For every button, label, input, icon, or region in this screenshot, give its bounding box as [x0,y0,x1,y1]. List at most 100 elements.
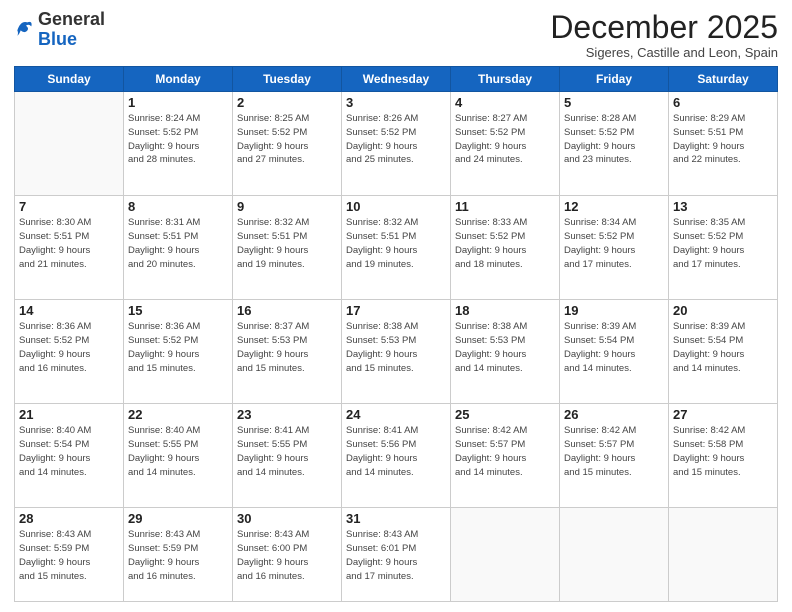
day-number: 23 [237,407,337,422]
calendar-cell: 26 Sunrise: 8:42 AMSunset: 5:57 PMDayligh… [560,404,669,508]
calendar-cell: 10Sunrise: 8:32 AMSunset: 5:51 PMDayligh… [342,196,451,300]
day-number: 29 [128,511,228,526]
day-info: Sunrise: 8:43 AMSunset: 5:59 PMDaylight:… [19,528,119,583]
day-number: 15 [128,303,228,318]
day-number: 25 [455,407,555,422]
day-info: Sunrise: 8:43 AMSunset: 6:01 PMDaylight:… [346,528,446,583]
calendar-cell: 7Sunrise: 8:30 AMSunset: 5:51 PMDaylight… [15,196,124,300]
day-info: Sunrise: 8:43 AMSunset: 6:00 PMDaylight:… [237,528,337,583]
page: General Blue December 2025 Sigeres, Cast… [0,0,792,612]
day-number: 28 [19,511,119,526]
day-header-row: SundayMondayTuesdayWednesdayThursdayFrid… [15,67,778,92]
day-info: Sunrise: 8:28 AMSunset: 5:52 PMDaylight:… [564,112,664,167]
calendar-cell: 8 Sunrise: 8:31 AMSunset: 5:51 PMDaylight… [124,196,233,300]
week-row-4: 28 Sunrise: 8:43 AMSunset: 5:59 PMDayligh… [15,508,778,602]
day-header-friday: Friday [560,67,669,92]
day-number: 6 [673,95,773,110]
day-info: Sunrise: 8:25 AMSunset: 5:52 PMDaylight:… [237,112,337,167]
day-number: 1 [128,95,228,110]
calendar-body: 1 Sunrise: 8:24 AMSunset: 5:52 PMDaylight… [15,92,778,602]
day-info: Sunrise: 8:39 AMSunset: 5:54 PMDaylight:… [564,320,664,375]
day-header-saturday: Saturday [669,67,778,92]
subtitle: Sigeres, Castille and Leon, Spain [550,45,778,60]
day-info: Sunrise: 8:37 AMSunset: 5:53 PMDaylight:… [237,320,337,375]
day-number: 31 [346,511,446,526]
day-info: Sunrise: 8:29 AMSunset: 5:51 PMDaylight:… [673,112,773,167]
day-info: Sunrise: 8:32 AMSunset: 5:51 PMDaylight:… [237,216,337,271]
logo: General Blue [14,10,105,50]
day-number: 7 [19,199,119,214]
day-info: Sunrise: 8:40 AMSunset: 5:54 PMDaylight:… [19,424,119,479]
header: General Blue December 2025 Sigeres, Cast… [14,10,778,60]
day-number: 21 [19,407,119,422]
day-number: 16 [237,303,337,318]
day-header-monday: Monday [124,67,233,92]
day-info: Sunrise: 8:26 AMSunset: 5:52 PMDaylight:… [346,112,446,167]
day-number: 9 [237,199,337,214]
calendar-cell: 19Sunrise: 8:39 AMSunset: 5:54 PMDayligh… [560,300,669,404]
day-header-wednesday: Wednesday [342,67,451,92]
day-info: Sunrise: 8:38 AMSunset: 5:53 PMDaylight:… [346,320,446,375]
calendar-cell: 22Sunrise: 8:40 AMSunset: 5:55 PMDayligh… [124,404,233,508]
calendar-cell: 23Sunrise: 8:41 AMSunset: 5:55 PMDayligh… [233,404,342,508]
calendar-cell: 9 Sunrise: 8:32 AMSunset: 5:51 PMDaylight… [233,196,342,300]
day-number: 26 [564,407,664,422]
day-number: 30 [237,511,337,526]
day-info: Sunrise: 8:36 AMSunset: 5:52 PMDaylight:… [128,320,228,375]
calendar-cell: 6 Sunrise: 8:29 AMSunset: 5:51 PMDaylight… [669,92,778,196]
day-number: 17 [346,303,446,318]
calendar-cell: 3 Sunrise: 8:26 AMSunset: 5:52 PMDaylight… [342,92,451,196]
week-row-1: 7Sunrise: 8:30 AMSunset: 5:51 PMDaylight… [15,196,778,300]
day-number: 4 [455,95,555,110]
calendar-cell: 24Sunrise: 8:41 AMSunset: 5:56 PMDayligh… [342,404,451,508]
day-info: Sunrise: 8:33 AMSunset: 5:52 PMDaylight:… [455,216,555,271]
day-info: Sunrise: 8:41 AMSunset: 5:56 PMDaylight:… [346,424,446,479]
calendar-cell: 16 Sunrise: 8:37 AMSunset: 5:53 PMDayligh… [233,300,342,404]
calendar-header: SundayMondayTuesdayWednesdayThursdayFrid… [15,67,778,92]
logo-general-text: General [38,9,105,29]
day-number: 18 [455,303,555,318]
calendar-cell: 12 Sunrise: 8:34 AMSunset: 5:52 PMDayligh… [560,196,669,300]
day-number: 13 [673,199,773,214]
calendar-cell [451,508,560,602]
day-number: 10 [346,199,446,214]
calendar-table: SundayMondayTuesdayWednesdayThursdayFrid… [14,66,778,602]
calendar-cell [15,92,124,196]
calendar-cell: 18Sunrise: 8:38 AMSunset: 5:53 PMDayligh… [451,300,560,404]
day-info: Sunrise: 8:35 AMSunset: 5:52 PMDaylight:… [673,216,773,271]
day-number: 5 [564,95,664,110]
day-header-sunday: Sunday [15,67,124,92]
day-number: 14 [19,303,119,318]
day-number: 22 [128,407,228,422]
day-number: 20 [673,303,773,318]
calendar-cell: 13 Sunrise: 8:35 AMSunset: 5:52 PMDayligh… [669,196,778,300]
logo-bird-icon [14,17,34,37]
calendar-cell: 29 Sunrise: 8:43 AMSunset: 5:59 PMDayligh… [124,508,233,602]
day-number: 2 [237,95,337,110]
day-number: 8 [128,199,228,214]
day-number: 12 [564,199,664,214]
day-info: Sunrise: 8:36 AMSunset: 5:52 PMDaylight:… [19,320,119,375]
calendar-cell: 15 Sunrise: 8:36 AMSunset: 5:52 PMDayligh… [124,300,233,404]
calendar-cell: 1 Sunrise: 8:24 AMSunset: 5:52 PMDaylight… [124,92,233,196]
title-block: December 2025 Sigeres, Castille and Leon… [550,10,778,60]
calendar-cell: 5 Sunrise: 8:28 AMSunset: 5:52 PMDaylight… [560,92,669,196]
day-info: Sunrise: 8:42 AMSunset: 5:57 PMDaylight:… [564,424,664,479]
calendar-cell: 11Sunrise: 8:33 AMSunset: 5:52 PMDayligh… [451,196,560,300]
calendar-cell: 20Sunrise: 8:39 AMSunset: 5:54 PMDayligh… [669,300,778,404]
day-info: Sunrise: 8:24 AMSunset: 5:52 PMDaylight:… [128,112,228,167]
calendar-cell: 2 Sunrise: 8:25 AMSunset: 5:52 PMDaylight… [233,92,342,196]
day-info: Sunrise: 8:43 AMSunset: 5:59 PMDaylight:… [128,528,228,583]
calendar-cell: 27Sunrise: 8:42 AMSunset: 5:58 PMDayligh… [669,404,778,508]
calendar-cell: 21 Sunrise: 8:40 AMSunset: 5:54 PMDayligh… [15,404,124,508]
calendar-cell: 17 Sunrise: 8:38 AMSunset: 5:53 PMDayligh… [342,300,451,404]
calendar-cell [669,508,778,602]
day-info: Sunrise: 8:42 AMSunset: 5:57 PMDaylight:… [455,424,555,479]
week-row-3: 21 Sunrise: 8:40 AMSunset: 5:54 PMDayligh… [15,404,778,508]
calendar-cell: 4Sunrise: 8:27 AMSunset: 5:52 PMDaylight… [451,92,560,196]
day-info: Sunrise: 8:34 AMSunset: 5:52 PMDaylight:… [564,216,664,271]
month-title: December 2025 [550,10,778,45]
week-row-2: 14 Sunrise: 8:36 AMSunset: 5:52 PMDayligh… [15,300,778,404]
day-number: 3 [346,95,446,110]
day-info: Sunrise: 8:31 AMSunset: 5:51 PMDaylight:… [128,216,228,271]
